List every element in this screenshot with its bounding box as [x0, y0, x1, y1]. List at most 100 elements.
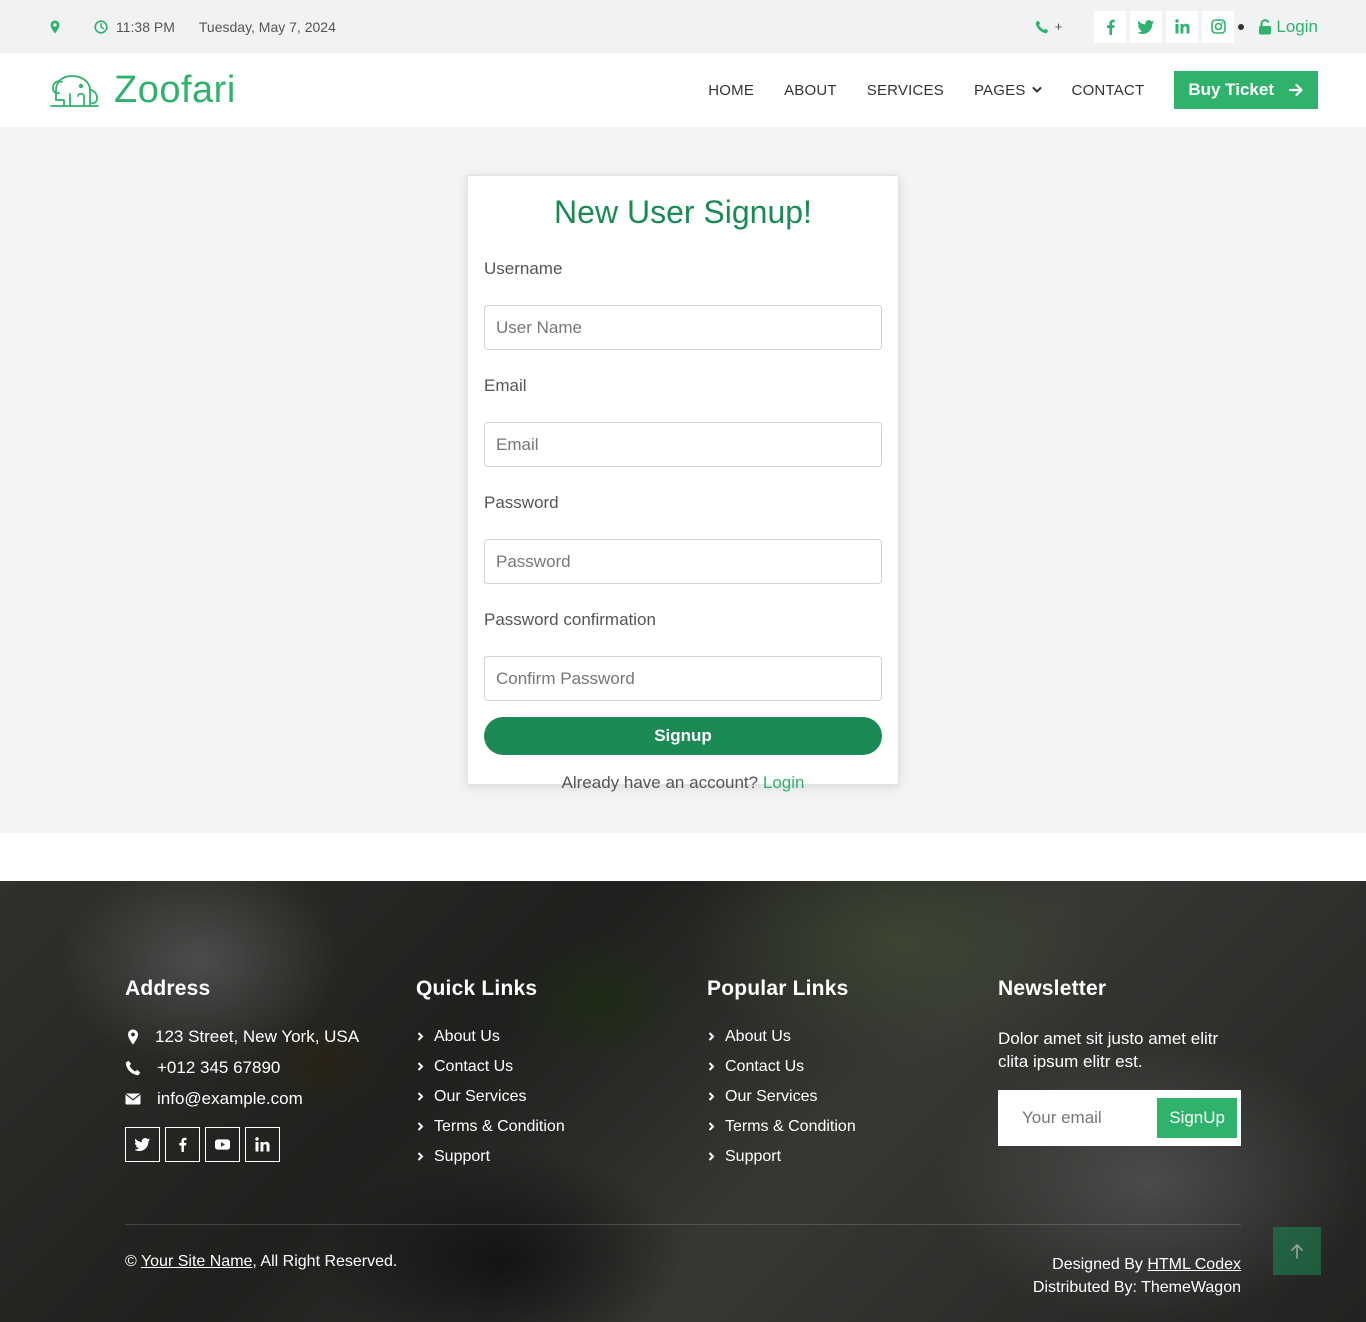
location-item	[48, 20, 70, 34]
popular-link-label: Our Services	[725, 1087, 818, 1105]
topbar-right: + Login	[1035, 10, 1318, 43]
nav-pages-dropdown[interactable]: PAGES	[974, 82, 1042, 99]
youtube-footer-link[interactable]	[205, 1127, 240, 1162]
content-spacer	[0, 833, 1366, 881]
footer: Address 123 Street, New York, USA +012 3…	[0, 881, 1366, 1322]
password-label: Password	[484, 493, 559, 512]
envelope-icon	[125, 1093, 141, 1105]
chevron-right-icon	[708, 1122, 715, 1131]
signup-title: New User Signup!	[554, 194, 812, 230]
quick-link-label: Contact Us	[434, 1057, 514, 1075]
lock-icon	[1258, 18, 1272, 35]
already-account-text: Already have an account? Login	[484, 773, 882, 793]
email-input[interactable]: Email	[484, 422, 882, 467]
password-placeholder: Password	[496, 551, 571, 571]
footer-newsletter-column: Newsletter Dolor amet sit justo amet eli…	[998, 977, 1241, 1146]
distributed-by-line: Distributed By: ThemeWagon	[1032, 1279, 1241, 1296]
linkedin-top-link[interactable]	[1166, 10, 1199, 43]
brand-name: Zoofari	[114, 68, 236, 111]
footer-address-column: Address 123 Street, New York, USA +012 3…	[125, 977, 359, 1162]
popular-link-label: Support	[725, 1147, 782, 1165]
phone-line: +012 345 67890	[125, 1058, 359, 1078]
nav-contact[interactable]: CONTACT	[1072, 82, 1145, 99]
topbar: 11:38 PM Tuesday, May 7, 2024 + Login	[0, 0, 1366, 53]
popular-link-services[interactable]: Our Services	[707, 1087, 856, 1106]
chevron-right-icon	[708, 1152, 715, 1161]
linkedin-footer-link[interactable]	[245, 1127, 280, 1162]
newsletter-form: Your email SignUp	[998, 1090, 1241, 1146]
confirm-password-input[interactable]: Confirm Password	[484, 656, 882, 701]
popular-link-contact[interactable]: Contact Us	[707, 1057, 856, 1076]
popular-link-label: About Us	[725, 1027, 791, 1045]
newsletter-title: Newsletter	[998, 977, 1107, 1000]
facebook-top-link[interactable]	[1094, 10, 1127, 43]
phone-icon	[125, 1060, 141, 1076]
login-link[interactable]: Login	[763, 773, 805, 792]
phone-text: +012 345 67890	[157, 1058, 281, 1077]
designed-by-label: Designed By	[1052, 1256, 1143, 1273]
popular-link-support[interactable]: Support	[707, 1147, 856, 1166]
current-time: 11:38 PM	[116, 18, 175, 35]
address-text: 123 Street, New York, USA	[155, 1027, 360, 1046]
password-input[interactable]: Password	[484, 539, 882, 584]
signup-button[interactable]: Signup	[484, 717, 882, 755]
site-name-link[interactable]: Your Site Name	[141, 1253, 252, 1270]
nav-home[interactable]: HOME	[708, 82, 754, 99]
twitter-footer-link[interactable]	[125, 1127, 160, 1162]
confirm-password-placeholder: Confirm Password	[496, 668, 635, 688]
email-label: Email	[484, 376, 527, 395]
confirm-password-label: Password confirmation	[484, 610, 656, 629]
linkedin-icon	[1175, 19, 1190, 34]
footer-social	[125, 1127, 359, 1162]
nav-links: HOME ABOUT SERVICES PAGES CONTACT Buy Ti…	[678, 71, 1318, 109]
popular-link-terms[interactable]: Terms & Condition	[707, 1117, 856, 1136]
arrow-right-icon	[1288, 83, 1303, 97]
already-account-prompt: Already have an account?	[561, 773, 759, 792]
arrow-up-icon	[1291, 1244, 1303, 1259]
footer-divider	[125, 1224, 1241, 1225]
nav-services[interactable]: SERVICES	[867, 82, 944, 99]
quick-link-services[interactable]: Our Services	[416, 1087, 565, 1106]
phone-link[interactable]: +	[1035, 19, 1063, 34]
login-top-link[interactable]: Login	[1258, 17, 1318, 37]
brand[interactable]: Zoofari	[48, 69, 236, 112]
username-placeholder: User Name	[496, 317, 582, 337]
username-input[interactable]: User Name	[484, 305, 882, 350]
twitter-icon	[1138, 19, 1155, 34]
email-line: info@example.com	[125, 1089, 359, 1109]
designer-link[interactable]: HTML Codex	[1147, 1256, 1241, 1273]
nav-about[interactable]: ABOUT	[784, 82, 837, 99]
quick-link-label: Support	[434, 1147, 491, 1165]
twitter-top-link[interactable]	[1130, 10, 1163, 43]
quick-link-label: Our Services	[434, 1087, 527, 1105]
phone-text: +	[1054, 19, 1063, 34]
facebook-footer-link[interactable]	[165, 1127, 200, 1162]
instagram-top-link[interactable]	[1202, 10, 1235, 43]
back-to-top-button[interactable]	[1273, 1227, 1321, 1275]
popular-link-about[interactable]: About Us	[707, 1027, 856, 1046]
map-marker-icon	[128, 1029, 138, 1045]
quick-link-contact[interactable]: Contact Us	[416, 1057, 565, 1076]
quick-link-label: Terms & Condition	[434, 1117, 565, 1135]
current-date: Tuesday, May 7, 2024	[198, 18, 336, 35]
youtube-icon	[215, 1139, 230, 1150]
phone-icon	[1035, 20, 1049, 34]
newsletter-email-input[interactable]: Your email	[1022, 1108, 1157, 1128]
address-line: 123 Street, New York, USA	[125, 1027, 359, 1047]
instagram-icon	[1211, 19, 1226, 34]
twitter-icon	[135, 1138, 150, 1152]
quick-link-support[interactable]: Support	[416, 1147, 565, 1166]
newsletter-text: Dolor amet sit justo amet elitr clita ip…	[998, 1029, 1219, 1071]
quick-link-terms[interactable]: Terms & Condition	[416, 1117, 565, 1136]
popular-link-label: Contact Us	[725, 1057, 805, 1075]
chevron-right-icon	[417, 1092, 424, 1101]
buy-ticket-button[interactable]: Buy Ticket	[1174, 71, 1318, 109]
quick-link-about[interactable]: About Us	[416, 1027, 565, 1046]
signup-card: New User Signup! Username User Name Emai…	[467, 175, 899, 792]
copyright-suffix: , All Right Reserved.	[252, 1253, 398, 1270]
footer-quick-links-column: Quick Links About Us Contact Us Our Serv…	[416, 977, 565, 1177]
designed-by-line: Designed By HTML Codex	[1033, 1253, 1241, 1276]
login-top-text: Login	[1276, 16, 1318, 36]
newsletter-signup-button[interactable]: SignUp	[1157, 1098, 1237, 1138]
copyright-symbol: ©	[125, 1253, 137, 1270]
